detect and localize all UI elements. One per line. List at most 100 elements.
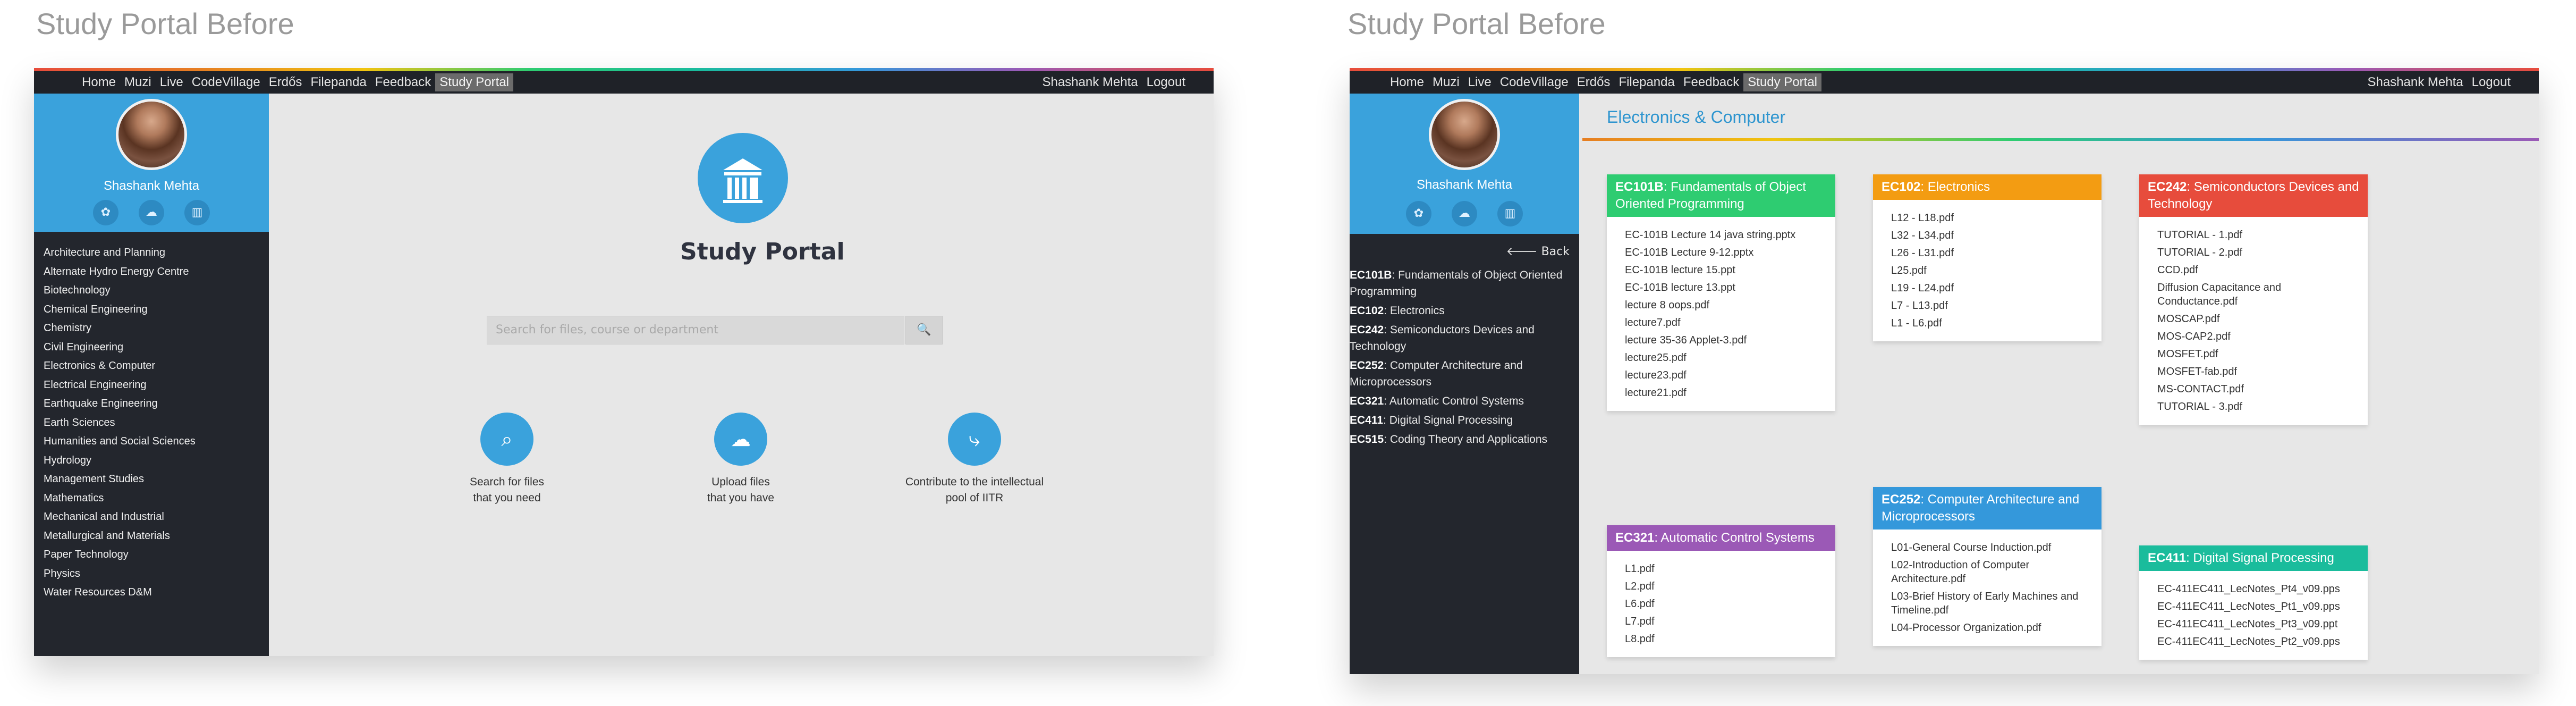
share-icon[interactable]: ⤷ xyxy=(948,413,1001,466)
file-link[interactable]: L8.pdf xyxy=(1625,632,1817,646)
department-item[interactable]: Biotechnology xyxy=(44,281,196,300)
file-link[interactable]: L32 - L34.pdf xyxy=(1891,229,2083,242)
file-link[interactable]: lecture7.pdf xyxy=(1625,316,1817,330)
file-link[interactable]: TUTORIAL - 1.pdf xyxy=(2157,228,2350,242)
nav-codevillage[interactable]: CodeVillage xyxy=(188,73,265,91)
file-link[interactable]: TUTORIAL - 2.pdf xyxy=(2157,246,2350,259)
department-item[interactable]: Management Studies xyxy=(44,470,196,489)
file-link[interactable]: EC-101B lecture 13.ppt xyxy=(1625,281,1817,295)
file-link[interactable]: EC-101B Lecture 9-12.pptx xyxy=(1625,246,1817,259)
feature-search[interactable]: ⌕ Search for files that you need xyxy=(427,413,587,506)
department-item[interactable]: Water Resources D&M xyxy=(44,583,196,602)
search-icon[interactable]: ⌕ xyxy=(480,413,533,466)
file-link[interactable]: L03-Brief History of Early Machines and … xyxy=(1891,590,2083,617)
course-item[interactable]: EC321: Automatic Control Systems xyxy=(1350,393,1573,409)
file-link[interactable]: Diffusion Capacitance and Conductance.pd… xyxy=(2157,281,2350,308)
nav-erdos[interactable]: Erdős xyxy=(1573,73,1615,91)
department-item[interactable]: Alternate Hydro Energy Centre xyxy=(44,263,196,282)
upload-cloud-icon[interactable]: ☁ xyxy=(714,413,767,466)
nav-study-portal[interactable]: Study Portal xyxy=(1743,73,1821,91)
file-link[interactable]: TUTORIAL - 3.pdf xyxy=(2157,400,2350,414)
nav-muzi[interactable]: Muzi xyxy=(1428,73,1464,91)
file-link[interactable]: L7 - L13.pdf xyxy=(1891,299,2083,313)
department-item[interactable]: Mathematics xyxy=(44,489,196,508)
nav-user[interactable]: Shashank Mehta xyxy=(1038,73,1142,91)
nav-muzi[interactable]: Muzi xyxy=(120,73,156,91)
department-item[interactable]: Chemical Engineering xyxy=(44,300,196,320)
department-item[interactable]: Hydrology xyxy=(44,451,196,470)
feature-contribute[interactable]: ⤷ Contribute to the intellectual pool of… xyxy=(895,413,1054,506)
file-link[interactable]: lecture23.pdf xyxy=(1625,368,1817,382)
file-link[interactable]: MOSFET-fab.pdf xyxy=(2157,365,2350,379)
file-link[interactable]: L19 - L24.pdf xyxy=(1891,281,2083,295)
department-item[interactable]: Humanities and Social Sciences xyxy=(44,432,196,451)
file-link[interactable]: MOSCAP.pdf xyxy=(2157,312,2350,326)
cloud-icon[interactable]: ☁ xyxy=(1452,201,1477,226)
nav-feedback[interactable]: Feedback xyxy=(1679,73,1743,91)
department-item[interactable]: Paper Technology xyxy=(44,545,196,565)
file-link[interactable]: L2.pdf xyxy=(1625,579,1817,593)
department-item[interactable]: Electronics & Computer xyxy=(44,357,196,376)
course-card-header[interactable]: EC411: Digital Signal Processing xyxy=(2139,545,2368,571)
nav-user[interactable]: Shashank Mehta xyxy=(2363,73,2467,91)
nav-live[interactable]: Live xyxy=(1464,73,1496,91)
course-item[interactable]: EC101B: Fundamentals of Object Oriented … xyxy=(1350,267,1573,300)
department-item[interactable]: Civil Engineering xyxy=(44,338,196,357)
file-link[interactable]: lecture 8 oops.pdf xyxy=(1625,298,1817,312)
search-button[interactable]: 🔍 xyxy=(905,316,943,344)
department-item[interactable]: Architecture and Planning xyxy=(44,243,196,263)
feature-upload[interactable]: ☁ Upload files that you have xyxy=(661,413,820,506)
search-input[interactable]: Search for files, course or department xyxy=(487,316,904,344)
department-item[interactable]: Earth Sciences xyxy=(44,414,196,433)
course-item[interactable]: EC252: Computer Architecture and Micropr… xyxy=(1350,357,1573,390)
nav-feedback[interactable]: Feedback xyxy=(371,73,435,91)
file-link[interactable]: L6.pdf xyxy=(1625,597,1817,611)
avatar[interactable] xyxy=(116,99,187,170)
settings-icon[interactable]: ✿ xyxy=(93,200,118,225)
nav-logout[interactable]: Logout xyxy=(2468,73,2515,91)
settings-icon[interactable]: ✿ xyxy=(1406,201,1431,226)
file-link[interactable]: CCD.pdf xyxy=(2157,263,2350,277)
file-link[interactable]: EC-411EC411_LecNotes_Pt3_v09.ppt xyxy=(2157,617,2350,631)
course-card-header[interactable]: EC321: Automatic Control Systems xyxy=(1607,525,1835,551)
nav-live[interactable]: Live xyxy=(156,73,188,91)
department-item[interactable]: Electrical Engineering xyxy=(44,376,196,395)
file-link[interactable]: MS-CONTACT.pdf xyxy=(2157,382,2350,396)
avatar[interactable] xyxy=(1429,99,1500,170)
file-link[interactable]: MOS-CAP2.pdf xyxy=(2157,330,2350,343)
course-item[interactable]: EC242: Semiconductors Devices and Techno… xyxy=(1350,322,1573,355)
course-item[interactable]: EC515: Coding Theory and Applications xyxy=(1350,431,1573,448)
file-link[interactable]: lecture21.pdf xyxy=(1625,386,1817,400)
course-item[interactable]: EC102: Electronics xyxy=(1350,302,1573,319)
nav-logout[interactable]: Logout xyxy=(1142,73,1190,91)
file-link[interactable]: lecture 35-36 Applet-3.pdf xyxy=(1625,333,1817,347)
file-link[interactable]: EC-101B lecture 15.ppt xyxy=(1625,263,1817,277)
building-icon[interactable]: ▥ xyxy=(1497,201,1523,226)
file-link[interactable]: MOSFET.pdf xyxy=(2157,347,2350,361)
nav-erdos[interactable]: Erdős xyxy=(265,73,307,91)
department-item[interactable]: Physics xyxy=(44,565,196,584)
department-item[interactable]: Chemistry xyxy=(44,319,196,338)
course-item[interactable]: EC411: Digital Signal Processing xyxy=(1350,412,1573,428)
course-card-header[interactable]: EC101B: Fundamentals of Object Oriented … xyxy=(1607,174,1835,217)
file-link[interactable]: L25.pdf xyxy=(1891,264,2083,278)
cloud-icon[interactable]: ☁ xyxy=(139,200,164,225)
nav-home[interactable]: Home xyxy=(78,73,120,91)
nav-filepanda[interactable]: Filepanda xyxy=(1614,73,1679,91)
file-link[interactable]: L26 - L31.pdf xyxy=(1891,246,2083,260)
back-link[interactable]: 🡐 Back xyxy=(1506,245,1570,258)
file-link[interactable]: L1 - L6.pdf xyxy=(1891,316,2083,330)
building-icon[interactable]: ▥ xyxy=(184,200,210,225)
course-card-header[interactable]: EC252: Computer Architecture and Micropr… xyxy=(1873,487,2102,530)
nav-codevillage[interactable]: CodeVillage xyxy=(1496,73,1573,91)
department-item[interactable]: Mechanical and Industrial xyxy=(44,508,196,527)
file-link[interactable]: EC-411EC411_LecNotes_Pt2_v09.pps xyxy=(2157,635,2350,649)
file-link[interactable]: L7.pdf xyxy=(1625,615,1817,628)
course-card-header[interactable]: EC102: Electronics xyxy=(1873,174,2102,200)
department-item[interactable]: Metallurgical and Materials xyxy=(44,527,196,546)
file-link[interactable]: L02-Introduction of Computer Architectur… xyxy=(1891,558,2083,586)
course-card-header[interactable]: EC242: Semiconductors Devices and Techno… xyxy=(2139,174,2368,217)
nav-home[interactable]: Home xyxy=(1386,73,1428,91)
file-link[interactable]: L04-Processor Organization.pdf xyxy=(1891,621,2083,635)
nav-study-portal[interactable]: Study Portal xyxy=(435,73,513,91)
